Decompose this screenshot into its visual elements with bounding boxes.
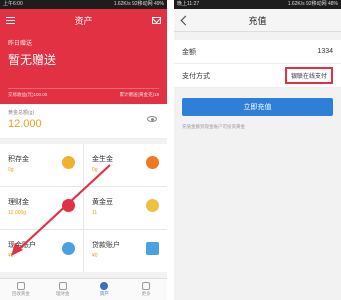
total-gift: 累计赠送(黄金克)18 [119,92,159,97]
asset-cell[interactable]: 贷款账户 ¥0 [84,230,167,272]
back-icon[interactable] [180,15,191,26]
asset-cell[interactable]: 金生金 0g [84,144,167,186]
recharge-button[interactable]: 立即充值 [182,98,333,116]
tab-wealth[interactable]: 理财金 [42,279,84,300]
amount-label: 金额 [182,48,196,56]
chart-icon [58,282,67,290]
status-indicators: 1.62K/s 92移动网 48% [287,1,338,7]
loan-icon [146,242,159,255]
tab-label: 更多 [141,291,151,296]
recycle-icon [16,282,25,290]
gift-stats: 交易收益(元)100.00 累计赠送(黄金克)18 [8,88,159,98]
gift-banner: 昨日赠送 暂无赠送 交易收益(元)100.00 累计赠送(黄金克)18 [0,32,167,104]
amount-row[interactable]: 金额 1334 [174,40,341,64]
asset-cell[interactable]: 黄金豆 11 [84,187,167,229]
gold-bean-icon [146,199,159,212]
page-title: 充值 [248,15,267,26]
balance-value: 12.000 [8,118,42,130]
status-indicators: 1.62K/s 92移动网 49% [113,1,164,7]
menu-icon[interactable] [6,17,15,24]
tab-recycle[interactable]: 回收黄金 [0,279,42,300]
cash-account-cell[interactable]: 现金账户 ¥0 [0,230,83,272]
tab-label: 回收黄金 [11,291,30,296]
page-title: 资产 [74,16,93,26]
recharge-hint: 充值金额到现金账户可投资黄金 [182,124,245,129]
mail-icon[interactable] [152,17,161,24]
gift-label: 昨日赠送 [8,41,33,47]
tab-label: 理财金 [55,291,70,296]
more-icon [142,282,151,290]
gold-bar-icon [62,156,75,169]
eye-icon[interactable] [147,116,157,122]
status-time: 晚上11:27 [177,1,200,7]
nav-bar: 充值 [174,9,341,32]
user-icon [100,282,109,290]
status-bar: 晚上11:27 1.62K/s 92移动网 48% [174,0,341,9]
nav-bar: 资产 [0,9,167,32]
coin-icon [146,156,159,169]
payment-method-label: 支付方式 [182,72,210,80]
wealth-icon [62,199,75,212]
asset-grid: 积存金 0g 金生金 0g 理财金 12.000g 黄金豆 11 现金账户 ¥0… [0,144,167,272]
tab-bar: 回收黄金 理财金 资产 更多 [0,278,167,300]
balance-label: 黄金总额(g) [8,110,35,116]
status-bar: 上午6:00 1.62K/s 92移动网 49% [0,0,167,9]
tab-label: 资产 [99,291,109,296]
status-time: 上午6:00 [3,1,23,7]
cash-account-icon [62,242,75,255]
amount-value: 1334 [317,48,333,55]
trade-income: 交易收益(元)100.00 [8,92,48,97]
payment-method-value[interactable]: 银联在线支付 [284,67,333,84]
payment-method-row[interactable]: 支付方式 银联在线支付 [174,64,341,88]
gift-value: 暂无赠送 [8,53,57,67]
tab-assets[interactable]: 资产 [84,279,126,300]
recharge-screen: 晚上11:27 1.62K/s 92移动网 48% 充值 金额 1334 支付方… [174,0,341,300]
gold-balance: 黄金总额(g) 12.000 [0,104,167,139]
tab-more[interactable]: 更多 [125,279,167,300]
assets-screen: 上午6:00 1.62K/s 92移动网 49% 资产 昨日赠送 暂无赠送 交易… [0,0,167,300]
asset-cell[interactable]: 积存金 0g [0,144,83,186]
asset-cell[interactable]: 理财金 12.000g [0,187,83,229]
